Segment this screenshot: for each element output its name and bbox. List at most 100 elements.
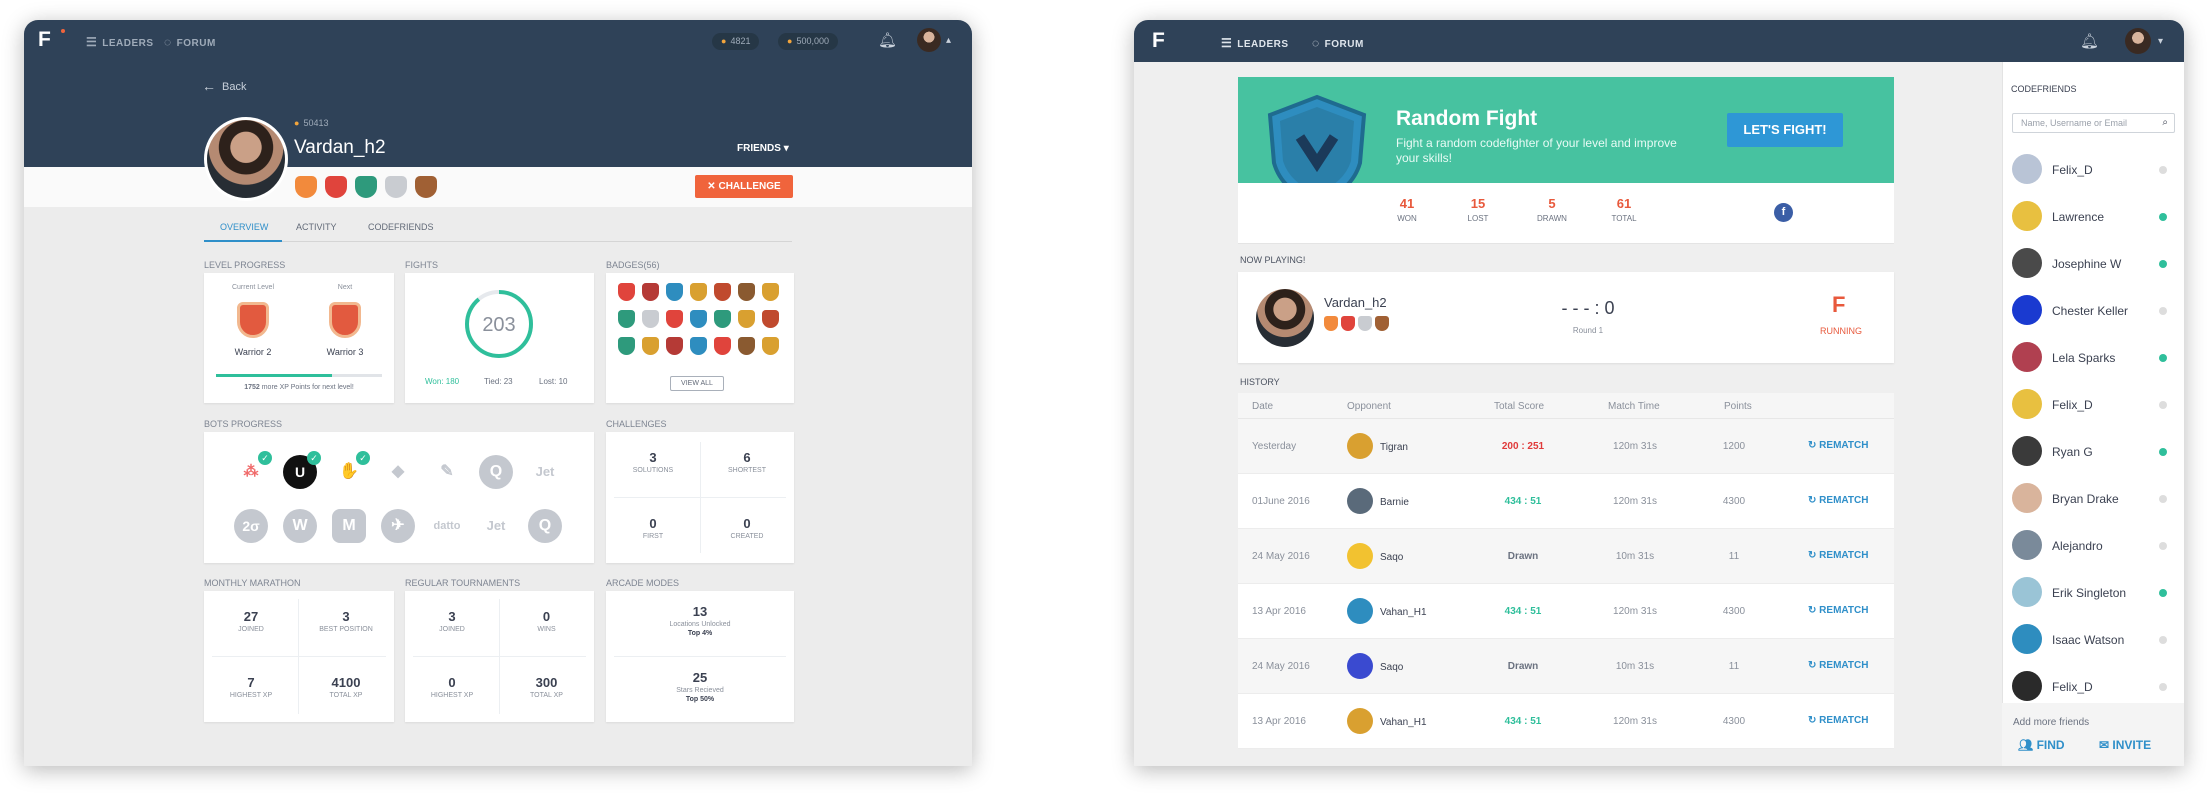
lets-fight-button[interactable]: LET'S FIGHT!: [1727, 113, 1843, 147]
profile-username: Vardan_h2: [294, 137, 386, 158]
opponent-name: Vahan_H1: [1380, 717, 1427, 728]
friend-item[interactable]: Alejandro: [2012, 530, 2180, 560]
stat-value: 4100: [331, 675, 361, 690]
bell-icon[interactable]: 🔔︎: [2080, 32, 2099, 50]
facebook-icon[interactable]: f: [1774, 203, 1793, 222]
fights-total: 203: [482, 314, 516, 336]
badge-icon: [762, 283, 779, 301]
friend-item[interactable]: Chester Keller: [2012, 295, 2180, 325]
user-avatar[interactable]: [2125, 28, 2151, 54]
profile-xp-value: 50413: [303, 118, 329, 128]
chevron-down-icon[interactable]: ▾: [2158, 36, 2163, 47]
rematch-button[interactable]: ↻ REMATCH: [1808, 660, 1868, 671]
find-button[interactable]: 👥︎ FIND: [2018, 738, 2065, 752]
search-icon[interactable]: ⌕: [2162, 117, 2168, 128]
friend-avatar: [2012, 154, 2042, 184]
badge-icon: [666, 337, 683, 355]
rematch-button[interactable]: ↻ REMATCH: [1808, 495, 1868, 506]
friend-name: Lawrence: [2052, 210, 2105, 224]
profile-tabs: OVERVIEW ACTIVITY CODEFRIENDS: [204, 220, 792, 242]
rematch-button[interactable]: ↻ REMATCH: [1808, 605, 1868, 616]
logo[interactable]: F: [38, 28, 51, 52]
checkmark-icon: ✓: [258, 451, 272, 465]
presence-status-dot: [2159, 589, 2167, 597]
friend-item[interactable]: Erik Singleton: [2012, 577, 2180, 607]
logo[interactable]: F: [1152, 29, 1165, 53]
match-time: 120m 31s: [1613, 716, 1657, 727]
live-score: - - - : 0: [1561, 298, 1615, 318]
tab-overview[interactable]: OVERVIEW: [220, 222, 268, 232]
count-value: 5: [1548, 196, 1556, 211]
nav-forum[interactable]: ◌ FORUM: [164, 35, 216, 49]
rematch-button[interactable]: ↻ REMATCH: [1808, 715, 1868, 726]
stat-label: WINS: [537, 626, 556, 633]
badge-icon: [714, 337, 731, 355]
tab-codefriends[interactable]: CODEFRIENDS: [368, 222, 434, 232]
add-user-icon: 👥︎: [2018, 738, 2034, 752]
xp-value: 500,000: [796, 36, 829, 46]
refresh-icon: ↻: [1808, 495, 1817, 506]
friends-dropdown[interactable]: FRIENDS ▾: [737, 143, 789, 154]
challenge-button[interactable]: ✕ CHALLENGE: [695, 175, 793, 198]
friend-name: Felix_D: [2052, 680, 2093, 694]
view-all-badges-button[interactable]: VIEW ALL: [670, 376, 724, 391]
nav-forum[interactable]: ◌ FORUM: [1312, 36, 1364, 50]
fight-count-won: 41 WON: [1387, 196, 1427, 223]
badge-icon: [666, 310, 683, 328]
badge-icon: [1324, 316, 1338, 331]
presence-status-dot: [2159, 495, 2167, 503]
invite-button[interactable]: ✉ INVITE: [2099, 738, 2151, 752]
challenges-created: 0 CREATED: [700, 516, 794, 540]
xp-remaining-note: 1752 more XP Points for next level!: [204, 384, 394, 391]
rematch-button[interactable]: ↻ REMATCH: [1808, 550, 1868, 561]
nav-leaders[interactable]: ☰ LEADERS: [1221, 36, 1289, 50]
friend-item[interactable]: Lawrence: [2012, 201, 2180, 231]
friend-item[interactable]: Felix_D: [2012, 389, 2180, 419]
match-time: 120m 31s: [1613, 606, 1657, 617]
search-placeholder: Name, Username or Email: [2021, 118, 2128, 128]
rematch-button[interactable]: ↻ REMATCH: [1808, 440, 1868, 451]
active-tab-indicator: [204, 240, 282, 242]
m-bot-icon: M: [332, 509, 366, 543]
match-time: 120m 31s: [1613, 441, 1657, 452]
xp-note: more XP Points for next level!: [261, 384, 354, 391]
bots-progress-title: BOTS PROGRESS: [204, 419, 283, 429]
friend-item[interactable]: Felix_D: [2012, 671, 2180, 701]
friend-item[interactable]: Josephine W: [2012, 248, 2180, 278]
fight-count-drawn: 5 DRAWN: [1530, 196, 1574, 223]
user-avatar[interactable]: [917, 28, 941, 52]
stat-label: TOTAL XP: [530, 692, 563, 699]
fight-window: F ☰ LEADERS ◌ FORUM 🔔︎ ▾ Random Fight Figh…: [1134, 20, 2184, 766]
arcade-card: 13 Locations Unlocked Top 4% 25 Stars Re…: [606, 591, 794, 722]
stat-value: 0: [649, 516, 657, 531]
friend-item[interactable]: Bryan Drake: [2012, 483, 2180, 513]
friend-item[interactable]: Ryan G: [2012, 436, 2180, 466]
marathon-best-position: 3 BEST POSITION: [298, 609, 394, 633]
nav-forum-label: FORUM: [1324, 39, 1364, 50]
friend-item[interactable]: Lela Sparks: [2012, 342, 2180, 372]
presence-status-dot: [2159, 354, 2167, 362]
count-label: DRAWN: [1537, 214, 1567, 223]
count-value: 15: [1470, 196, 1486, 211]
total-score: 434 : 51: [1504, 606, 1542, 617]
warrior-badge-icon: [237, 302, 269, 338]
friend-item[interactable]: Isaac Watson: [2012, 624, 2180, 654]
stat-value: 0: [743, 516, 751, 531]
count-value: 61: [1616, 196, 1632, 211]
back-link[interactable]: ← Back: [202, 78, 246, 94]
chevron-up-icon[interactable]: ▴: [946, 35, 951, 46]
arcade-locations: 13 Locations Unlocked Top 4%: [606, 604, 794, 637]
tab-activity[interactable]: ACTIVITY: [296, 222, 337, 232]
stat-label: HIGHEST XP: [229, 692, 273, 699]
friend-name: Alejandro: [2052, 539, 2103, 553]
level-progress-title: LEVEL PROGRESS: [204, 260, 286, 270]
friends-label: FRIENDS: [737, 143, 781, 154]
bell-icon[interactable]: 🔔︎: [878, 31, 897, 49]
friend-search-input[interactable]: Name, Username or Email ⌕: [2012, 113, 2175, 133]
stat-label: SOLUTIONS: [632, 467, 674, 474]
presence-status-dot: [2159, 542, 2167, 550]
add-more-friends-label: Add more friends: [2013, 717, 2090, 728]
friend-item[interactable]: Felix_D: [2012, 154, 2180, 184]
nav-leaders[interactable]: ☰ LEADERS: [86, 35, 154, 49]
friend-avatar: [2012, 671, 2042, 701]
